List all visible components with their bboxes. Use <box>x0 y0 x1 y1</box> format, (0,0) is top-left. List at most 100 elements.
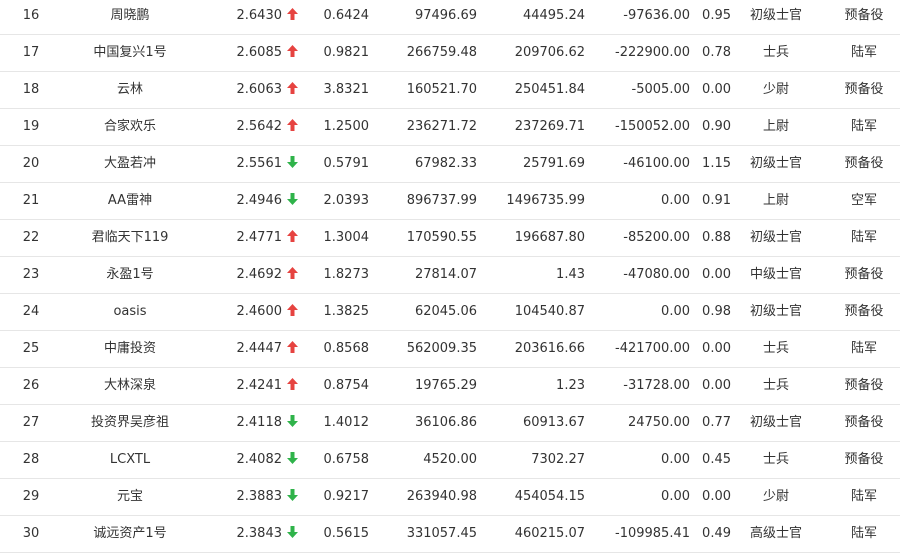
rank-cell: 25 <box>22 341 40 356</box>
name-cell: 投资界吴彦祖 <box>90 415 169 430</box>
amount3-cell: 0.00 <box>661 489 690 504</box>
amount1-cell: 266759.48 <box>406 45 477 60</box>
ranking-table: 16 周晓鹏 2.6430 0.6424 97496.69 44495.24 -97636.… <box>0 0 900 553</box>
amount1-cell: 263940.98 <box>406 489 477 504</box>
table-row[interactable]: 27 投资界吴彦祖 2.4118 1.4012 36106.86 60913.67 2475… <box>0 404 900 442</box>
value-cell: 2.6085 <box>236 45 283 60</box>
amount2-cell: 44495.24 <box>522 8 585 23</box>
branch-cell: 陆军 <box>850 341 877 356</box>
table-row[interactable]: 24 oasis 2.4600 1.3825 62045.06 104540.87 0.00… <box>0 293 900 331</box>
ratio2-cell: 0.45 <box>702 452 731 467</box>
name-cell: 中国复兴1号 <box>93 45 167 60</box>
amount1-cell: 67982.33 <box>414 156 477 171</box>
amount3-cell: -150052.00 <box>615 119 690 134</box>
name-cell: 大盈若冲 <box>103 156 156 171</box>
amount3-cell: -85200.00 <box>623 230 690 245</box>
amount2-cell: 196687.80 <box>514 230 585 245</box>
amount3-cell: 0.00 <box>661 193 690 208</box>
table-row[interactable]: 21 AA雷神 2.4946 2.0393 896737.99 1496735.99 0.0… <box>0 182 900 220</box>
branch-cell: 陆军 <box>850 119 877 134</box>
arrow-up-icon <box>284 293 300 330</box>
amount3-cell: -5005.00 <box>631 82 690 97</box>
amount2-cell: 250451.84 <box>514 82 585 97</box>
table-row[interactable]: 18 云林 2.6063 3.8321 160521.70 250451.84 -5005.… <box>0 71 900 109</box>
rank-cell: 29 <box>22 489 40 504</box>
ratio2-cell: 0.98 <box>702 304 731 319</box>
table-row[interactable]: 22 君临天下119 2.4771 1.3004 170590.55 196687.80 -… <box>0 219 900 257</box>
amount1-cell: 331057.45 <box>406 526 477 541</box>
name-cell: 元宝 <box>116 489 143 504</box>
arrow-down-icon <box>284 441 300 478</box>
name-cell: 大林深泉 <box>103 378 156 393</box>
value-cell: 2.5642 <box>236 119 283 134</box>
amount3-cell: -47080.00 <box>623 267 690 282</box>
table-row[interactable]: 25 中庸投资 2.4447 0.8568 562009.35 203616.66 -421… <box>0 330 900 368</box>
table-row[interactable]: 19 合家欢乐 2.5642 1.2500 236271.72 237269.71 -150… <box>0 108 900 146</box>
ratio-cell: 3.8321 <box>323 82 370 97</box>
rank-cell: 21 <box>22 193 40 208</box>
value-cell: 2.4692 <box>236 267 283 282</box>
rank-cell: 24 <box>22 304 40 319</box>
amount1-cell: 160521.70 <box>406 82 477 97</box>
name-cell: LCXTL <box>109 452 151 467</box>
ratio2-cell: 0.00 <box>702 489 731 504</box>
amount3-cell: -421700.00 <box>615 341 690 356</box>
table-row[interactable]: 30 诚远资产1号 2.3843 0.5615 331057.45 460215.07 -1… <box>0 515 900 553</box>
arrow-up-icon <box>284 256 300 293</box>
amount2-cell: 7302.27 <box>531 452 585 467</box>
table-row[interactable]: 26 大林深泉 2.4241 0.8754 19765.29 1.23 -31728.00 0… <box>0 367 900 405</box>
amount2-cell: 237269.71 <box>514 119 585 134</box>
amount3-cell: -31728.00 <box>623 378 690 393</box>
amount2-cell: 25791.69 <box>522 156 585 171</box>
title-cell: 少尉 <box>762 489 789 504</box>
amount2-cell: 1.43 <box>556 267 585 282</box>
arrow-down-icon <box>284 404 300 441</box>
branch-cell: 预备役 <box>844 82 884 97</box>
amount1-cell: 562009.35 <box>406 341 477 356</box>
rank-cell: 23 <box>22 267 40 282</box>
arrow-down-icon <box>284 515 300 552</box>
arrow-up-icon <box>284 0 300 34</box>
table-row[interactable]: 29 元宝 2.3883 0.9217 263940.98 454054.15 0.00 0.… <box>0 478 900 516</box>
ratio-cell: 0.5791 <box>323 156 370 171</box>
table-row[interactable]: 28 LCXTL 2.4082 0.6758 4520.00 7302.27 0.00 0.4… <box>0 441 900 479</box>
ratio2-cell: 0.91 <box>702 193 731 208</box>
ratio-cell: 0.9821 <box>323 45 370 60</box>
title-cell: 士兵 <box>762 45 789 60</box>
title-cell: 少尉 <box>762 82 789 97</box>
amount2-cell: 460215.07 <box>514 526 585 541</box>
value-cell: 2.3843 <box>236 526 283 541</box>
branch-cell: 预备役 <box>844 267 884 282</box>
value-cell: 2.4600 <box>236 304 283 319</box>
table-row[interactable]: 20 大盈若冲 2.5561 0.5791 67982.33 25791.69 -46100… <box>0 145 900 183</box>
amount3-cell: -97636.00 <box>623 8 690 23</box>
branch-cell: 预备役 <box>844 304 884 319</box>
amount3-cell: -46100.00 <box>623 156 690 171</box>
table-row[interactable]: 17 中国复兴1号 2.6085 0.9821 266759.48 209706.62 -2… <box>0 34 900 72</box>
branch-cell: 预备役 <box>844 452 884 467</box>
branch-cell: 预备役 <box>844 156 884 171</box>
amount2-cell: 203616.66 <box>514 341 585 356</box>
value-cell: 2.6430 <box>236 8 283 23</box>
rank-cell: 16 <box>22 8 40 23</box>
name-cell: oasis <box>113 304 147 319</box>
arrow-down-icon <box>284 478 300 515</box>
ratio2-cell: 0.49 <box>702 526 731 541</box>
branch-cell: 空军 <box>850 193 877 208</box>
amount1-cell: 896737.99 <box>406 193 477 208</box>
value-cell: 2.4118 <box>236 415 283 430</box>
branch-cell: 预备役 <box>844 8 884 23</box>
ratio-cell: 0.5615 <box>323 526 370 541</box>
ratio2-cell: 0.77 <box>702 415 731 430</box>
title-cell: 高级士官 <box>749 526 802 541</box>
amount1-cell: 62045.06 <box>414 304 477 319</box>
name-cell: 周晓鹏 <box>110 8 150 23</box>
ratio-cell: 1.2500 <box>323 119 370 134</box>
name-cell: 云林 <box>116 82 143 97</box>
amount2-cell: 209706.62 <box>514 45 585 60</box>
arrow-up-icon <box>284 34 300 71</box>
table-row[interactable]: 16 周晓鹏 2.6430 0.6424 97496.69 44495.24 -97636.… <box>0 0 900 35</box>
ratio-cell: 0.6424 <box>323 8 370 23</box>
title-cell: 士兵 <box>762 378 789 393</box>
table-row[interactable]: 23 永盈1号 2.4692 1.8273 27814.07 1.43 -47080.00 0… <box>0 256 900 294</box>
